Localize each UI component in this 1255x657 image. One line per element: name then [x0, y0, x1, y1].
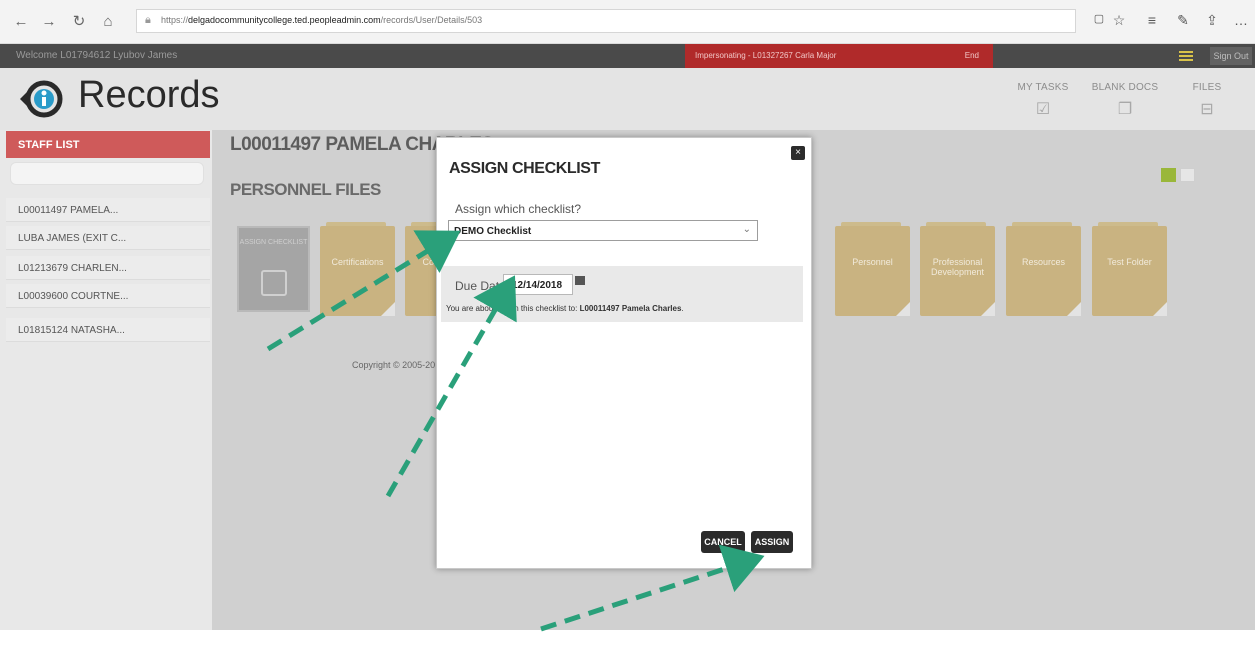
tab-blank-docs[interactable]: BLANK DOCS ❐ — [1090, 82, 1160, 119]
app-topbar: Welcome L01794612 Lyubov James Impersona… — [0, 44, 1255, 68]
logo-text: Records — [78, 74, 220, 116]
back-icon[interactable]: ← — [12, 13, 30, 31]
close-icon[interactable]: × — [791, 146, 805, 160]
assign-note-suffix: . — [681, 304, 684, 313]
favorites-hub-icon[interactable]: ≡ — [1143, 12, 1161, 28]
forward-icon[interactable]: → — [40, 13, 58, 31]
assign-checklist-modal: ASSIGN CHECKLIST × Assign which checklis… — [436, 137, 812, 569]
refresh-icon[interactable]: ↻ — [70, 13, 88, 31]
lock-icon: 🔒︎ — [145, 14, 151, 26]
menu-icon[interactable] — [1179, 51, 1193, 61]
tab-my-tasks[interactable]: MY TASKS ☑ — [1008, 82, 1078, 119]
grid-view-icon[interactable] — [1161, 168, 1176, 182]
staff-sidebar: STAFF LIST L00011497 PAMELA... LUBA JAME… — [0, 130, 212, 630]
assign-note-prefix: You are abou — [446, 304, 494, 313]
checklist-select-label: Assign which checklist? — [455, 202, 582, 216]
inbox-icon: ⊟ — [1200, 101, 1214, 118]
share-icon[interactable]: ⇪ — [1203, 12, 1221, 29]
favorite-star-icon[interactable]: ☆ — [1110, 12, 1128, 29]
due-date-label: Due Date — [455, 279, 506, 293]
end-impersonation-link[interactable]: End — [965, 51, 979, 60]
folder-certifications[interactable]: Certifications — [320, 222, 395, 316]
folder-label: Resources — [1021, 257, 1066, 267]
staff-name: L01815124 NATASHA... — [18, 325, 125, 336]
documents-icon: ❐ — [1117, 101, 1133, 118]
records-logo-icon — [20, 80, 63, 118]
clipboard-icon — [261, 270, 287, 296]
assign-checklist-tile-label: ASSIGN CHECKLIST — [239, 239, 308, 246]
checklist-select[interactable]: DEMO Checklist ⌄ — [448, 220, 758, 241]
staff-list-item[interactable]: L00011497 PAMELA... — [6, 198, 210, 222]
assign-checklist-tile[interactable]: ASSIGN CHECKLIST — [237, 226, 310, 312]
assign-note-target: L00011497 Pamela Charles — [579, 304, 682, 313]
url-text: https://delgadocommunitycollege.ted.peop… — [161, 15, 482, 25]
welcome-text: Welcome L01794612 Lyubov James — [16, 50, 178, 61]
staff-search-input[interactable] — [10, 162, 204, 185]
folder-personnel[interactable]: Personnel — [835, 222, 910, 316]
more-icon[interactable]: … — [1232, 12, 1250, 28]
staff-name: L01213679 CHARLEN... — [18, 263, 127, 274]
chevron-down-icon: ⌄ — [742, 224, 751, 235]
folder-test-folder[interactable]: Test Folder — [1092, 222, 1167, 316]
staff-list-item[interactable]: L01213679 CHARLEN... — [6, 256, 210, 280]
modal-title: ASSIGN CHECKLIST — [449, 160, 600, 177]
address-bar[interactable]: 🔒︎ https://delgadocommunitycollege.ted.p… — [136, 9, 1076, 33]
tab-files[interactable]: FILES ⊟ — [1172, 82, 1242, 119]
folder-label: Personnel — [852, 257, 893, 267]
staff-name: L00011497 PAMELA... — [18, 205, 119, 216]
assign-note-middle: assign this checklist to: — [493, 304, 580, 313]
url-path: /records/User/Details/503 — [380, 15, 483, 25]
tab-my-tasks-label: MY TASKS — [1017, 82, 1069, 93]
staff-name: L00039600 COURTNE... — [18, 291, 129, 302]
notes-icon[interactable]: ✎ — [1174, 12, 1192, 29]
staff-list-title: STAFF LIST — [18, 139, 80, 151]
tab-files-label: FILES — [1192, 82, 1222, 93]
impersonation-text: Impersonating - L01327267 Carla Major — [695, 51, 837, 60]
cancel-button[interactable]: CANCEL — [701, 531, 745, 553]
copyright-text: Copyright © 2005-20 — [352, 360, 436, 370]
folder-label: Professional Development — [930, 257, 985, 277]
app-header: Records MY TASKS ☑ BLANK DOCS ❐ FILES ⊟ — [0, 68, 1255, 130]
assign-button[interactable]: ASSIGN — [751, 531, 793, 553]
assign-note: You are abou assign this checklist to: L… — [446, 304, 684, 313]
folder-label: Test Folder — [1107, 257, 1152, 267]
checkbox-icon: ☑ — [1035, 101, 1051, 118]
url-domain: delgadocommunitycollege.ted.peopleadmin.… — [188, 15, 381, 25]
due-date-value: 12/14/2018 — [512, 280, 563, 291]
staff-list-item[interactable]: L00039600 COURTNE... — [6, 284, 210, 308]
folder-resources[interactable]: Resources — [1006, 222, 1081, 316]
staff-name: LUBA JAMES (EXIT C... — [18, 233, 127, 244]
staff-list-item[interactable]: L01815124 NATASHA... — [6, 318, 210, 342]
due-date-panel: Due Date 12/14/2018 You are abou assign … — [441, 266, 803, 322]
sign-out-button[interactable]: Sign Out — [1210, 47, 1252, 65]
folder-professional-development[interactable]: Professional Development — [920, 222, 995, 316]
due-date-input[interactable]: 12/14/2018 — [503, 274, 573, 295]
url-prefix: https:// — [161, 15, 189, 25]
impersonation-banner: Impersonating - L01327267 Carla Major En… — [685, 44, 993, 68]
checklist-selected-value: DEMO Checklist — [454, 226, 532, 237]
home-icon[interactable]: ⌂ — [99, 13, 117, 31]
folder-label: Certifications — [331, 257, 384, 267]
staff-list-item[interactable]: LUBA JAMES (EXIT C... — [6, 226, 210, 250]
list-view-icon[interactable] — [1180, 168, 1195, 182]
reading-view-icon[interactable]: ▢ — [1090, 12, 1108, 25]
section-title: PERSONNEL FILES — [230, 180, 381, 199]
calendar-icon[interactable] — [575, 276, 585, 285]
browser-toolbar: ← → ↻ ⌂ 🔒︎ https://delgadocommunitycolle… — [0, 0, 1255, 44]
tab-blank-docs-label: BLANK DOCS — [1091, 82, 1159, 93]
staff-list-header: STAFF LIST — [6, 131, 210, 158]
